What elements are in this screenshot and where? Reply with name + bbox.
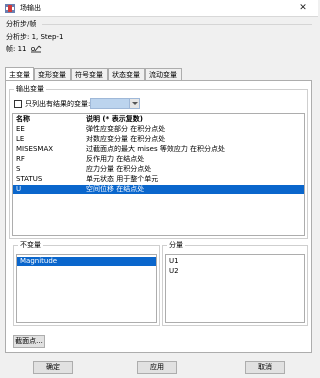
variable-description: 应力分量 在积分点处 xyxy=(86,165,152,173)
variable-description: 过截面点的最大 mises 等效应力 在积分点处 xyxy=(86,145,226,153)
tab-primary-variable[interactable]: 主变量 xyxy=(5,67,34,81)
section-points-button[interactable]: 截面点... xyxy=(13,335,45,348)
variable-name: RF xyxy=(16,155,25,163)
variable-name: EE xyxy=(16,125,25,133)
component-list[interactable]: U1 U2 xyxy=(165,254,305,323)
output-variable-list-header: 名称 说明 (* 表示复数) xyxy=(13,114,304,125)
output-variable-filter-combo[interactable] xyxy=(90,98,140,109)
variable-name: S xyxy=(16,165,21,173)
close-icon: ✕ xyxy=(299,3,307,13)
output-variable-row-le[interactable]: LE 对数应变分量 在积分点处 xyxy=(13,135,304,144)
ok-button[interactable]: 确定 xyxy=(33,361,73,374)
output-variable-row-rf[interactable]: RF 反作用力 在结点处 xyxy=(13,155,304,164)
variable-description: 单元状态 用于整个单元 xyxy=(86,175,159,183)
title-bar: 场输出 ✕ xyxy=(0,0,318,17)
output-variable-group-title: 输出变量 xyxy=(14,85,46,94)
component-item-label: U1 xyxy=(169,257,179,265)
variable-description: 弹性应变部分 在积分点处 xyxy=(86,125,166,133)
frame-selector-icon[interactable] xyxy=(30,45,42,53)
only-with-results-label: 只列出有结果的变量: xyxy=(25,100,91,108)
frame-line[interactable]: 帧: 11 xyxy=(6,45,27,54)
output-variable-row-status[interactable]: STATUS 单元状态 用于整个单元 xyxy=(13,175,304,184)
invariant-group-title: 不变量 xyxy=(18,241,43,250)
variable-description: 空间位移 在结点处 xyxy=(86,185,145,193)
variable-name: U xyxy=(16,185,22,193)
invariant-item-label: Magnitude xyxy=(20,257,58,265)
close-button[interactable]: ✕ xyxy=(288,0,318,17)
variable-description: 反作用力 在结点处 xyxy=(86,155,145,163)
chevron-down-icon[interactable] xyxy=(129,99,139,108)
output-variable-row-misesmax[interactable]: MISESMAX 过截面点的最大 mises 等效应力 在积分点处 xyxy=(13,145,304,154)
invariant-group: 不变量 Magnitude xyxy=(13,241,160,326)
output-variable-row-u[interactable]: U 空间位移 在结点处 xyxy=(13,185,304,194)
column-header-description: 说明 (* 表示复数) xyxy=(86,115,143,123)
app-icon xyxy=(5,4,15,13)
invariant-item-magnitude[interactable]: Magnitude xyxy=(17,257,156,266)
variable-name: LE xyxy=(16,135,25,143)
variable-name: MISESMAX xyxy=(16,145,54,153)
component-item-u2[interactable]: U2 xyxy=(166,267,304,276)
column-header-name: 名称 xyxy=(16,115,30,123)
primary-variable-panel: 输出变量 只列出有结果的变量: 名称 说明 (* 表示复数) EE 弹性应变部分… xyxy=(5,80,312,353)
variable-description: 对数应变分量 在积分点处 xyxy=(86,135,166,143)
step-frame-divider xyxy=(42,24,312,25)
only-with-results-checkbox[interactable] xyxy=(14,100,22,108)
component-item-u1[interactable]: U1 xyxy=(166,257,304,266)
output-variable-group: 输出变量 只列出有结果的变量: 名称 说明 (* 表示复数) EE 弹性应变部分… xyxy=(9,85,308,239)
variable-name: STATUS xyxy=(16,175,43,183)
output-variable-row-s[interactable]: S 应力分量 在积分点处 xyxy=(13,165,304,174)
step-line: 分析步: 1, Step-1 xyxy=(6,33,64,41)
component-item-label: U2 xyxy=(169,267,179,275)
cancel-button[interactable]: 取消 xyxy=(245,361,285,374)
invariant-list[interactable]: Magnitude xyxy=(16,254,157,323)
component-group-title: 分量 xyxy=(167,241,185,250)
step-frame-group-title: 分析步/帧 xyxy=(6,20,37,28)
component-group: 分量 U1 U2 xyxy=(162,241,308,326)
window-title: 场输出 xyxy=(20,4,41,12)
apply-button[interactable]: 应用 xyxy=(137,361,177,374)
output-variable-list[interactable]: 名称 说明 (* 表示复数) EE 弹性应变部分 在积分点处 LE 对数应变分量… xyxy=(12,113,305,236)
output-variable-row-ee[interactable]: EE 弹性应变部分 在积分点处 xyxy=(13,125,304,134)
